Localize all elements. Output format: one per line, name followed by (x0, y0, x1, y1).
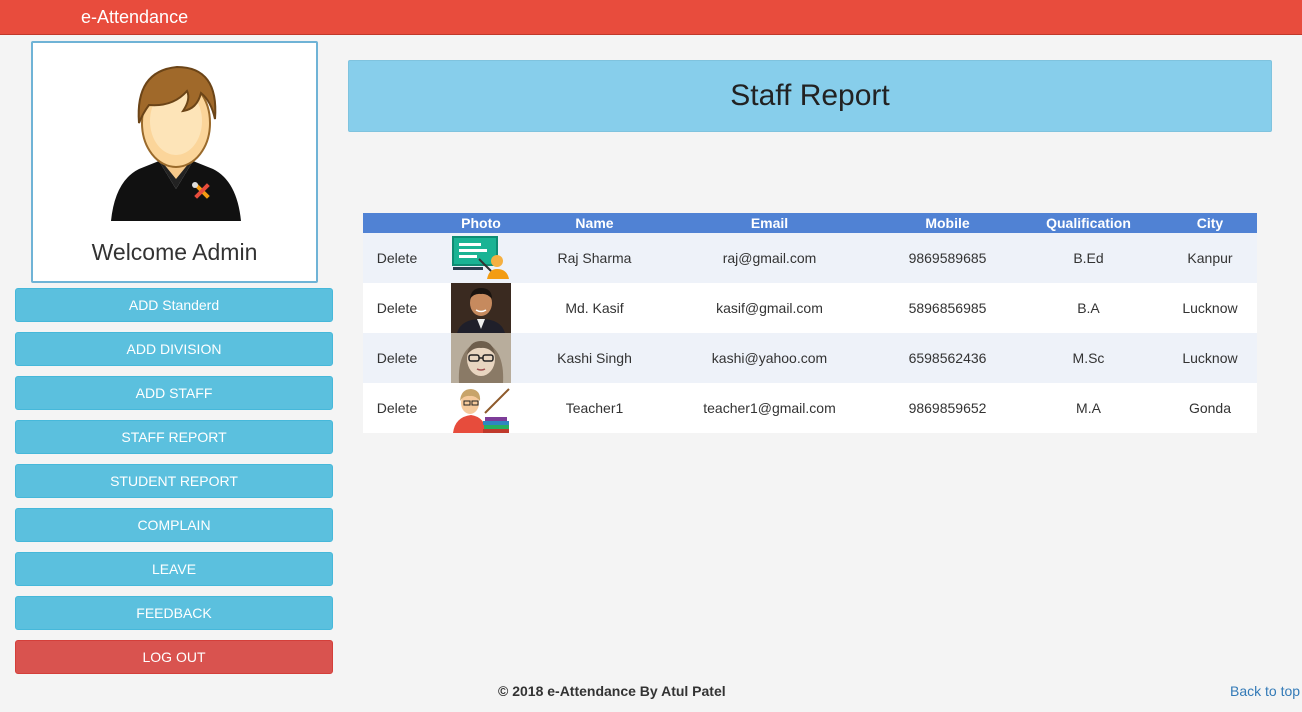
man-portrait-photo (451, 283, 511, 333)
staff-mobile: 9869589685 (881, 233, 1014, 283)
delete-link[interactable]: Delete (363, 383, 431, 433)
staff-qualification: B.Ed (1014, 233, 1163, 283)
feedback-button[interactable]: FEEDBACK (15, 596, 333, 630)
column-header-city: City (1163, 213, 1257, 233)
table-row: Delete Kashi Singh kashi@yahoo.com 65985… (363, 333, 1257, 383)
admin-avatar-icon (111, 65, 241, 221)
staff-name: Kashi Singh (531, 333, 658, 383)
footer-copyright: © 2018 e-Attendance By Atul Patel (498, 683, 726, 699)
table-header-row: Photo Name Email Mobile Qualification Ci… (363, 213, 1257, 233)
page-title: Staff Report (730, 79, 890, 112)
column-header-photo: Photo (431, 213, 531, 233)
column-header-email: Email (658, 213, 881, 233)
table-row: Delete Raj Sharma raj@gmail.com 98695896… (363, 233, 1257, 283)
staff-mobile: 5896856985 (881, 283, 1014, 333)
add-division-button[interactable]: ADD DIVISION (15, 332, 333, 366)
leave-button[interactable]: LEAVE (15, 552, 333, 586)
delete-link[interactable]: Delete (363, 283, 431, 333)
staff-name: Md. Kasif (531, 283, 658, 333)
profile-card: Welcome Admin (31, 41, 318, 283)
page-header-panel: Staff Report (348, 60, 1272, 132)
delete-link[interactable]: Delete (363, 333, 431, 383)
staff-email: raj@gmail.com (658, 233, 881, 283)
delete-link[interactable]: Delete (363, 233, 431, 283)
staff-email: kasif@gmail.com (658, 283, 881, 333)
staff-name: Teacher1 (531, 383, 658, 433)
complain-button[interactable]: COMPLAIN (15, 508, 333, 542)
table-row: Delete Teacher1 teacher1@gmail.com 98698… (363, 383, 1257, 433)
teacher-books-photo (451, 383, 511, 433)
staff-email: kashi@yahoo.com (658, 333, 881, 383)
welcome-text: Welcome Admin (91, 239, 258, 265)
staff-mobile: 6598562436 (881, 333, 1014, 383)
teacher-board-photo (451, 233, 511, 283)
staff-city: Lucknow (1163, 333, 1257, 383)
logout-button[interactable]: LOG OUT (15, 640, 333, 674)
column-header-qualification: Qualification (1014, 213, 1163, 233)
column-header-action (363, 213, 431, 233)
staff-table: Photo Name Email Mobile Qualification Ci… (363, 213, 1257, 433)
staff-mobile: 9869859652 (881, 383, 1014, 433)
woman-glasses-photo (451, 333, 511, 383)
staff-report-button[interactable]: STAFF REPORT (15, 420, 333, 454)
staff-name: Raj Sharma (531, 233, 658, 283)
column-header-mobile: Mobile (881, 213, 1014, 233)
staff-qualification: B.A (1014, 283, 1163, 333)
table-row: Delete Md. Kasif kasif@gmail.com 5896856… (363, 283, 1257, 333)
add-standard-button[interactable]: ADD Standerd (15, 288, 333, 322)
add-staff-button[interactable]: ADD STAFF (15, 376, 333, 410)
staff-qualification: M.Sc (1014, 333, 1163, 383)
student-report-button[interactable]: STUDENT REPORT (15, 464, 333, 498)
staff-email: teacher1@gmail.com (658, 383, 881, 433)
column-header-name: Name (531, 213, 658, 233)
top-nav-bar: e-Attendance (0, 0, 1302, 35)
app-title[interactable]: e-Attendance (81, 7, 188, 28)
back-to-top-link[interactable]: Back to top (1230, 683, 1300, 699)
staff-city: Gonda (1163, 383, 1257, 433)
staff-city: Kanpur (1163, 233, 1257, 283)
staff-city: Lucknow (1163, 283, 1257, 333)
staff-qualification: M.A (1014, 383, 1163, 433)
